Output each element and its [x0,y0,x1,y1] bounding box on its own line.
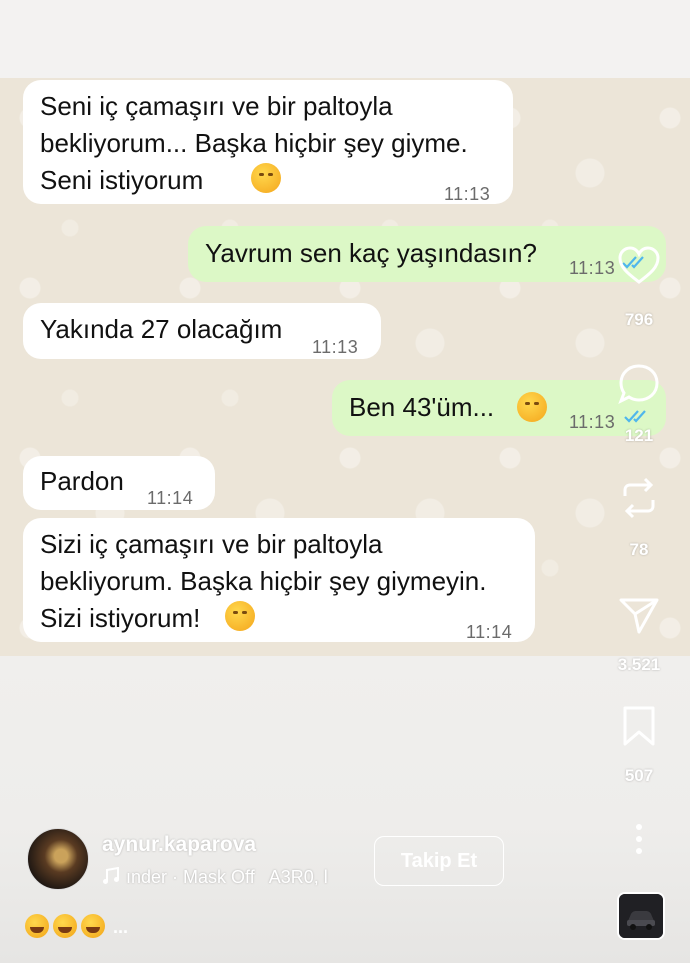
message-time: 11:13 [312,337,359,357]
message-time: 11:14 [466,622,513,642]
send-icon [619,598,659,634]
avatar[interactable] [27,828,89,890]
comment-count: 121 [624,426,654,445]
message-text: Pardon [40,466,124,496]
laughing-face-icon [25,914,49,938]
message-text: Sizi iç çamaşırı ve bir paltoyla bekliyo… [40,529,487,633]
top-background [0,0,690,78]
drooling-face-icon [225,601,255,631]
message-outgoing: Yavrum sen kaç yaşındasın? 11:13 [188,226,666,282]
caption[interactable]: ... [25,914,128,939]
music-note-icon [103,867,119,884]
bookmark-icon [623,706,655,746]
repost-icon [623,477,655,519]
repost-button[interactable] [609,476,669,524]
message-text: Yavrum sen kaç yaşındasın? [205,238,537,268]
more-options-button[interactable] [609,822,669,858]
save-count: 507 [624,766,654,785]
more-vertical-icon [636,824,642,854]
follow-button[interactable]: Takip Et [374,836,504,886]
save-button[interactable] [609,704,669,752]
comment-bubble-icon [618,364,659,405]
like-count: 796 [624,310,654,329]
message-text: Yakında 27 olacağım [40,314,283,344]
drooling-face-icon [251,163,281,193]
repost-count: 78 [629,540,649,559]
message-incoming: Yakında 27 olacağım 11:13 [23,303,381,359]
caption-more[interactable]: ... [113,917,128,938]
read-ticks-icon [624,410,646,423]
laughing-face-icon [81,914,105,938]
message-incoming: Sizi iç çamaşırı ve bir paltoyla bekliyo… [23,518,535,642]
message-time: 11:13 [444,184,491,204]
like-button[interactable] [609,246,669,294]
message-incoming: Pardon 11:14 [23,456,215,510]
share-button[interactable] [609,592,669,640]
share-count: 3.521 [617,655,661,674]
music-info[interactable]: ınder · Mask Off A3R0, l [102,867,364,893]
heart-icon [618,246,660,284]
comment-button[interactable] [609,362,669,410]
car-thumbnail-icon [619,894,663,938]
message-time: 11:14 [147,488,194,508]
username[interactable]: aynur.kaparova [102,833,256,857]
music-title: ınder · Mask Off A3R0, l [126,867,328,887]
message-text: Ben 43'üm... [349,392,495,422]
message-incoming: Seni iç çamaşırı ve bir paltoyla bekliyo… [23,80,513,204]
audio-thumbnail[interactable] [617,892,665,940]
laughing-face-icon [53,914,77,938]
chat-screenshot: Seni iç çamaşırı ve bir paltoyla bekliyo… [0,78,690,656]
smirking-face-icon [517,392,547,422]
